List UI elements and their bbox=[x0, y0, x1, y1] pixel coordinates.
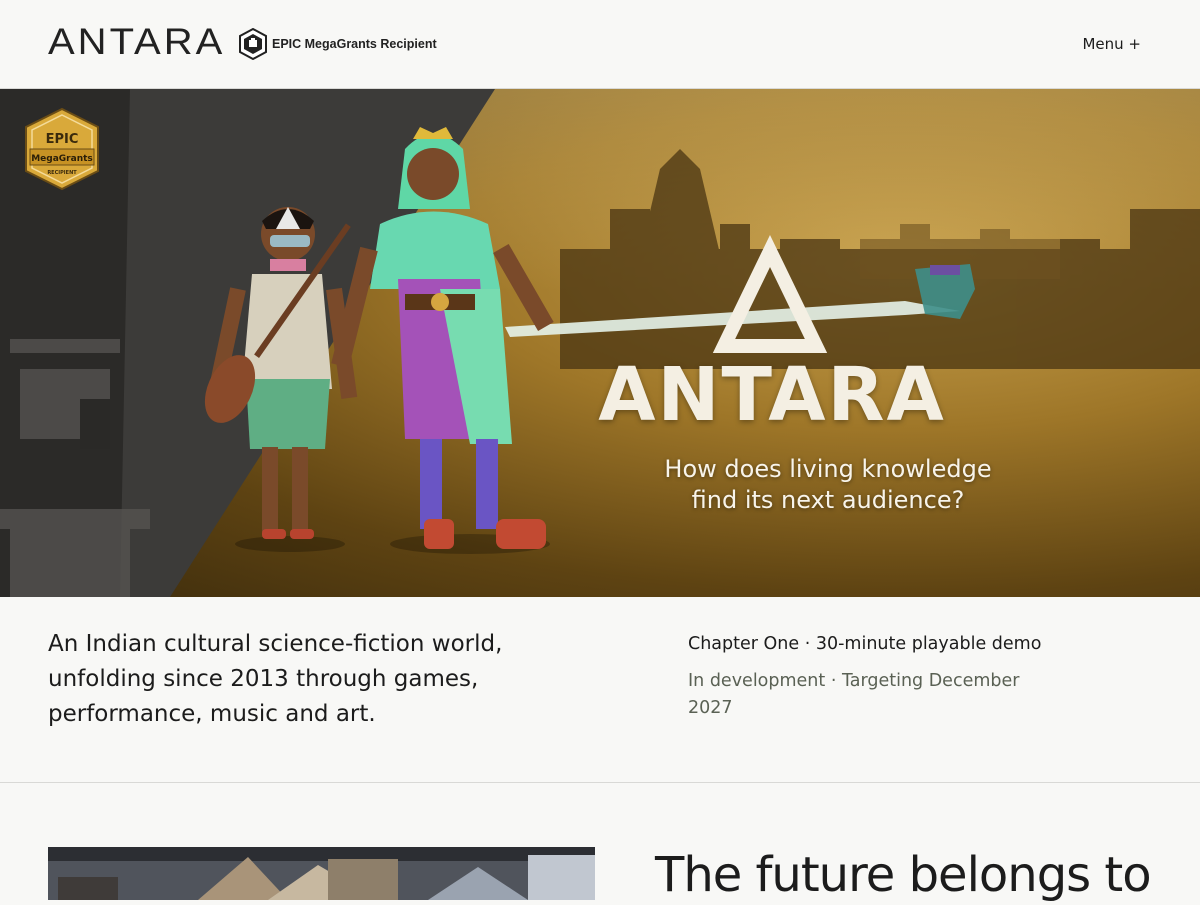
epic-shield-icon bbox=[239, 28, 267, 60]
site-logo[interactable]: ANTARA bbox=[48, 22, 225, 62]
megagrants-badge[interactable]: EPIC MegaGrants Recipient bbox=[238, 28, 437, 60]
menu-button[interactable]: Menu + bbox=[1082, 34, 1141, 54]
project-info: Chapter One · 30-minute playable demo In… bbox=[688, 631, 1048, 732]
hero-artwork bbox=[0, 89, 1200, 597]
development-status: In development · Targeting December 2027 bbox=[688, 671, 1020, 718]
corner-badge-line3: RECIPIENT bbox=[47, 170, 77, 176]
corner-badge-line1: EPIC bbox=[46, 132, 79, 147]
corner-megagrants-badge: EPIC MegaGrants RECIPIENT bbox=[25, 107, 99, 191]
section-heading: The future belongs to bbox=[655, 847, 1152, 903]
corner-badge-line2: MegaGrants bbox=[31, 154, 93, 164]
hero-tagline: How does living knowledge find its next … bbox=[664, 455, 992, 514]
site-header: ANTARA EPIC MegaGrants Recipient Menu + bbox=[0, 0, 1200, 89]
gameplay-image bbox=[48, 847, 595, 900]
intro-description: An Indian cultural science-fiction world… bbox=[48, 631, 503, 727]
megagrants-label: EPIC MegaGrants Recipient bbox=[272, 37, 437, 51]
intro-section: An Indian cultural science-fiction world… bbox=[0, 597, 1200, 783]
hero-banner: EPIC MegaGrants RECIPIENT ANTARA How doe… bbox=[0, 89, 1200, 597]
hero-title: ANTARA bbox=[598, 352, 946, 438]
gameplay-scene bbox=[48, 847, 595, 900]
chapter-info: Chapter One · 30-minute playable demo bbox=[688, 634, 1042, 654]
